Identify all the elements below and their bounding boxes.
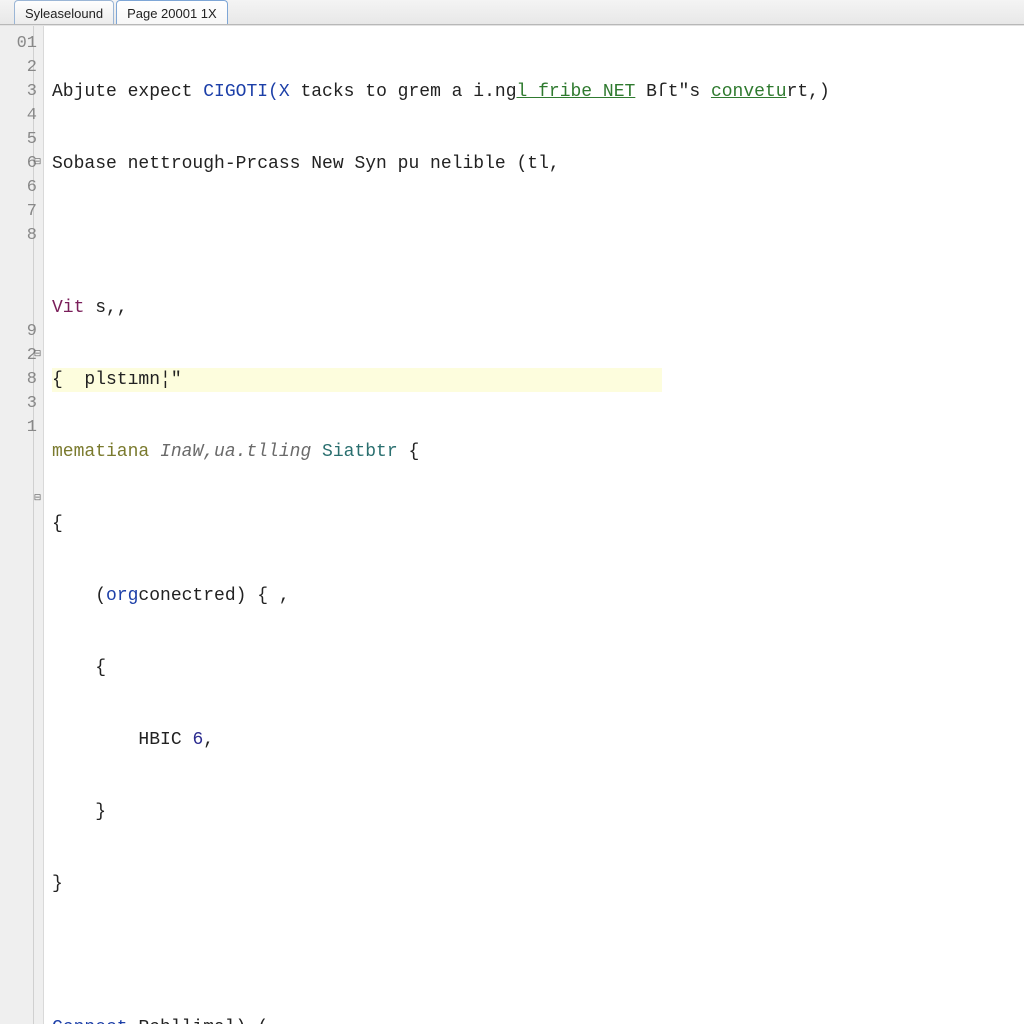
fold-toggle-icon[interactable]: ⊟ (33, 494, 42, 503)
link-text[interactable]: convetu (711, 82, 787, 102)
code-line: Abjute expect CIGOTI(X tacks to grem a i… (50, 80, 1024, 104)
tab-label: Page 20001 1X (127, 6, 217, 21)
editor-area: 01 2 3 4 5 6⊟ 6 7 8 9 2⊟ 8 3 1 ⊟ Abjute … (0, 25, 1024, 1024)
line-number: 3 (0, 392, 43, 416)
tab-label: Syleaselound (25, 6, 103, 21)
code-line: (orgconectred) { , (50, 584, 1024, 608)
line-number: 01 (0, 32, 43, 56)
line-number: 6 (0, 176, 43, 200)
line-number: 8 (0, 224, 43, 248)
code-line: { (50, 512, 1024, 536)
code-line: HBIC 6, (50, 728, 1024, 752)
fold-toggle-icon[interactable]: ⊟ (33, 350, 42, 359)
fold-toggle-icon[interactable]: ⊟ (33, 158, 42, 167)
line-number: 2⊟ (0, 344, 43, 368)
line-number: 4 (0, 104, 43, 128)
line-number: 5 (0, 128, 43, 152)
line-number (0, 248, 43, 272)
link-text[interactable]: l fribe NET (517, 82, 636, 102)
tab-bar: Syleaselound Page 20001 1X (0, 0, 1024, 25)
line-number: 7 (0, 200, 43, 224)
line-number: 2 (0, 56, 43, 80)
line-number (0, 464, 43, 488)
code-line: { (50, 656, 1024, 680)
code-line: Connect Robllimal) (, (50, 1016, 1024, 1024)
line-number: 6⊟ (0, 152, 43, 176)
code-line: Vit s,, (50, 296, 1024, 320)
editor-window: Syleaselound Page 20001 1X 01 2 3 4 5 6⊟… (0, 0, 1024, 1024)
line-number (0, 296, 43, 320)
code-line (50, 944, 1024, 968)
code-line: } (50, 872, 1024, 896)
line-number (0, 272, 43, 296)
line-number: ⊟ (0, 488, 43, 512)
tab-syleaselound[interactable]: Syleaselound (14, 0, 114, 24)
code-line-current: { plstımn¦" (50, 368, 1024, 392)
line-number: 1 (0, 416, 43, 440)
code-line: Sobase nettrough-Prcass New Syn pu nelib… (50, 152, 1024, 176)
line-number: 3 (0, 80, 43, 104)
tab-page-20001[interactable]: Page 20001 1X (116, 0, 228, 24)
line-number-gutter: 01 2 3 4 5 6⊟ 6 7 8 9 2⊟ 8 3 1 ⊟ (0, 26, 44, 1024)
code-line: mematiana InaW,ua.tlling Siatbtr { (50, 440, 1024, 464)
line-number: 8 (0, 368, 43, 392)
line-number (0, 440, 43, 464)
code-line (50, 224, 1024, 248)
line-number: 9 (0, 320, 43, 344)
code-editor[interactable]: Abjute expect CIGOTI(X tacks to grem a i… (44, 26, 1024, 1024)
code-line: } (50, 800, 1024, 824)
